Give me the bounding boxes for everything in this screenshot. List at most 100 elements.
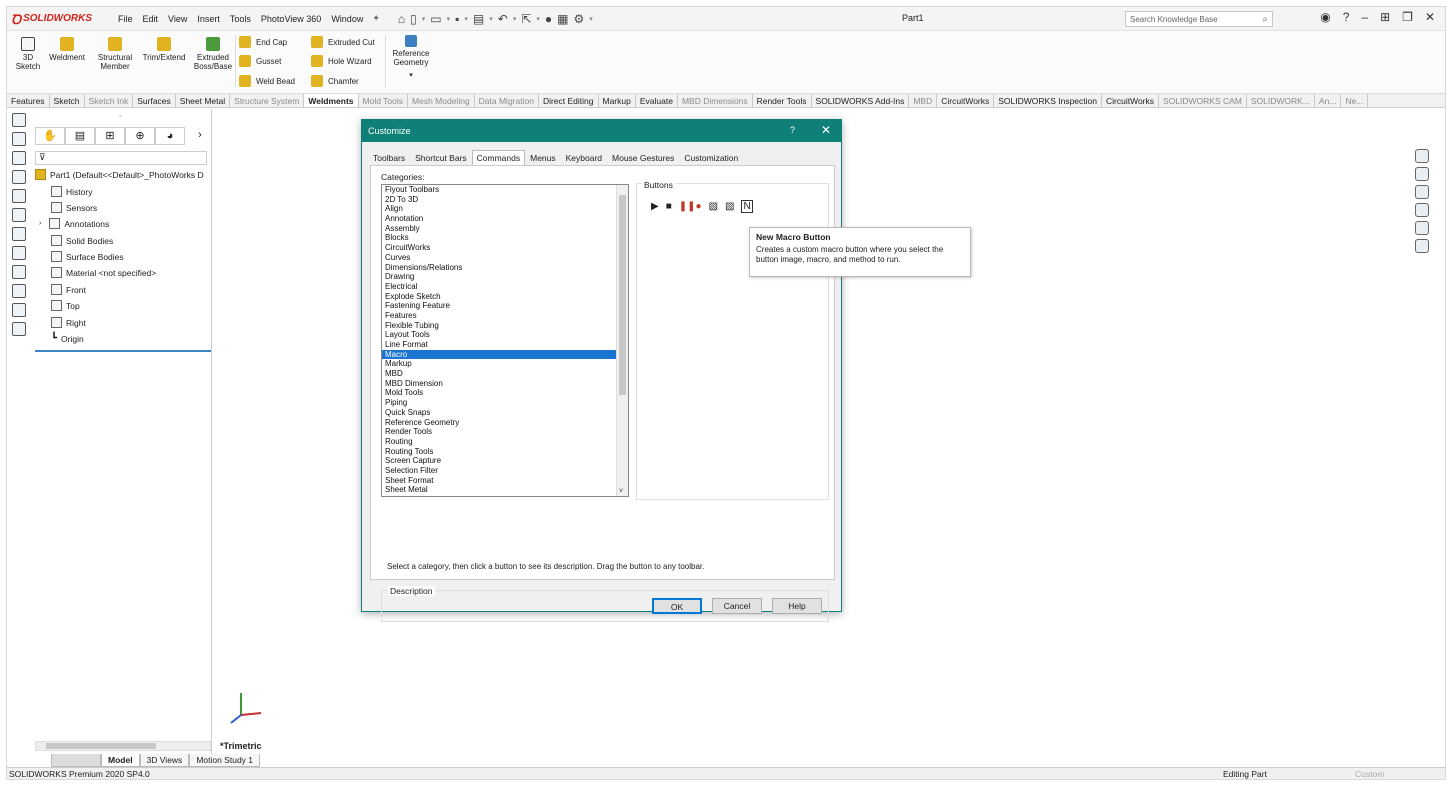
extruded-cut-button[interactable]: Extruded Cut bbox=[311, 36, 375, 48]
category-item[interactable]: Routing Tools bbox=[382, 447, 628, 457]
feature-manager-tab[interactable]: ✋ bbox=[35, 127, 65, 145]
tab-weldments[interactable]: Weldments bbox=[304, 94, 359, 107]
file-explorer-icon[interactable] bbox=[1415, 185, 1429, 199]
category-item[interactable]: Drawing bbox=[382, 272, 628, 282]
tab-motion-study[interactable]: Motion Study 1 bbox=[189, 754, 261, 767]
category-item[interactable]: Flyout Toolbars bbox=[382, 185, 628, 195]
edit-macro-icon[interactable]: ▨ bbox=[725, 201, 734, 212]
category-item[interactable]: Align bbox=[382, 204, 628, 214]
smart-dimension-icon[interactable] bbox=[12, 265, 26, 279]
forum-icon[interactable] bbox=[1415, 239, 1429, 253]
category-item[interactable]: Piping bbox=[382, 398, 628, 408]
run-macro-icon[interactable]: ▶ bbox=[651, 201, 659, 212]
file-properties-icon[interactable]: ▦ bbox=[557, 12, 568, 26]
tree-item-sensors[interactable]: Sensors bbox=[51, 202, 97, 213]
menu-photoview[interactable]: PhotoView 360 bbox=[256, 14, 326, 24]
dimxpert-tab[interactable]: ⊕ bbox=[125, 127, 155, 145]
chevron-right-icon[interactable]: › bbox=[185, 127, 215, 145]
close-icon[interactable]: ✕ bbox=[1425, 10, 1435, 24]
stop-macro-icon[interactable]: ■ bbox=[666, 201, 672, 212]
tree-filter[interactable]: ⊽ bbox=[35, 151, 207, 165]
tree-item-front-plane[interactable]: Front bbox=[51, 284, 86, 295]
chevron-down-icon[interactable]: ▾ bbox=[447, 15, 451, 23]
view-orientation-icon[interactable] bbox=[12, 227, 26, 241]
tree-item-top-plane[interactable]: Top bbox=[51, 300, 80, 311]
units-selector[interactable]: Custom bbox=[1355, 768, 1384, 779]
menu-insert[interactable]: Insert bbox=[192, 14, 225, 24]
tree-item-material[interactable]: Material <not specified> bbox=[51, 267, 156, 278]
tab-model[interactable]: Model bbox=[101, 754, 140, 767]
view-orientation-icon[interactable] bbox=[12, 208, 26, 222]
tab-markup[interactable]: Markup bbox=[599, 94, 636, 107]
rebuild-icon[interactable]: ● bbox=[545, 12, 552, 26]
chevron-down-icon[interactable]: ▾ bbox=[589, 15, 593, 23]
feature-manager-icon[interactable] bbox=[12, 113, 26, 127]
category-item[interactable]: Markup bbox=[382, 359, 628, 369]
category-item[interactable]: Dimensions/Relations bbox=[382, 263, 628, 273]
expand-icon[interactable]: › bbox=[39, 220, 41, 227]
view-orientation-icon[interactable] bbox=[12, 170, 26, 184]
horizontal-scrollbar[interactable] bbox=[35, 741, 211, 751]
help-icon[interactable]: ? bbox=[1343, 10, 1350, 24]
chevron-down-icon[interactable]: ▾ bbox=[389, 71, 433, 80]
category-item[interactable]: Flexible Tubing bbox=[382, 321, 628, 331]
home-icon[interactable]: ⌂ bbox=[398, 12, 405, 26]
splitter-handle[interactable]: ◦ bbox=[119, 113, 121, 120]
scrollbar-thumb[interactable] bbox=[46, 743, 156, 749]
category-item[interactable]: Curves bbox=[382, 253, 628, 263]
category-item[interactable]: 2D To 3D bbox=[382, 195, 628, 205]
tab-an[interactable]: An... bbox=[1315, 94, 1342, 107]
custom-properties-icon[interactable] bbox=[1415, 221, 1429, 235]
chamfer-button[interactable]: Chamfer bbox=[311, 75, 359, 87]
weld-bead-button[interactable]: Weld Bead bbox=[239, 75, 295, 87]
menu-file[interactable]: File bbox=[113, 14, 138, 24]
category-item[interactable]: Blocks bbox=[382, 233, 628, 243]
category-item[interactable]: MBD bbox=[382, 369, 628, 379]
pin-icon[interactable]: ✦ bbox=[372, 13, 380, 24]
tab-mbd-dimensions[interactable]: MBD Dimensions bbox=[678, 94, 753, 107]
minimize-icon[interactable]: – bbox=[1361, 10, 1368, 24]
tab-render-tools[interactable]: Render Tools bbox=[753, 94, 812, 107]
category-item[interactable]: Reference Geometry bbox=[382, 418, 628, 428]
tab-solidwork[interactable]: SOLIDWORK... bbox=[1247, 94, 1315, 107]
sketch-icon[interactable] bbox=[12, 246, 26, 260]
cancel-button[interactable]: Cancel bbox=[712, 598, 762, 614]
tab-evaluate[interactable]: Evaluate bbox=[636, 94, 678, 107]
chevron-down-icon[interactable]: ▾ bbox=[464, 15, 468, 23]
tree-root[interactable]: Part1 (Default<<Default>_PhotoWorks D bbox=[35, 169, 204, 180]
tree-item-right-plane[interactable]: Right bbox=[51, 317, 86, 328]
menu-window[interactable]: Window bbox=[326, 14, 368, 24]
save-icon[interactable]: ▪ bbox=[455, 12, 459, 26]
tab-circuitworks[interactable]: CircuitWorks bbox=[937, 94, 995, 107]
reference-geometry-button[interactable]: Reference Geometry ▾ bbox=[389, 35, 433, 80]
new-macro-button-icon[interactable]: N bbox=[741, 200, 753, 213]
dialog-tab-customization[interactable]: Customization bbox=[679, 150, 743, 166]
tab-circuitworks[interactable]: CircuitWorks bbox=[1102, 94, 1159, 107]
extruded-boss-button[interactable]: Extruded Boss/Base bbox=[193, 37, 233, 71]
rollback-bar[interactable] bbox=[35, 350, 211, 352]
tab-solidworks-add-ins[interactable]: SOLIDWORKS Add-Ins bbox=[812, 94, 910, 107]
user-icon[interactable]: ◉ bbox=[1320, 10, 1330, 24]
filter-icon[interactable]: ⊽ bbox=[39, 152, 46, 162]
category-item[interactable]: Routing bbox=[382, 437, 628, 447]
search-input[interactable]: Search Knowledge Base bbox=[1130, 15, 1218, 24]
tab-mesh-modeling[interactable]: Mesh Modeling bbox=[408, 94, 475, 107]
appearance-icon[interactable] bbox=[12, 303, 26, 317]
categories-scrollbar[interactable]: ˅ bbox=[616, 185, 628, 496]
category-item[interactable]: Electrical bbox=[382, 282, 628, 292]
display-manager-tab[interactable]: ◕ bbox=[155, 127, 185, 145]
record-pause-macro-icon[interactable]: ❚❚● bbox=[679, 201, 702, 212]
tab-sketch[interactable]: Sketch bbox=[50, 94, 85, 107]
menu-tools[interactable]: Tools bbox=[225, 14, 256, 24]
ok-button[interactable]: OK bbox=[652, 598, 702, 614]
dialog-tab-mouse-gestures[interactable]: Mouse Gestures bbox=[607, 150, 679, 166]
configuration-manager-tab[interactable]: ⊞ bbox=[95, 127, 125, 145]
tree-item-solid-bodies[interactable]: Solid Bodies bbox=[51, 235, 113, 246]
tab-solidworks-inspection[interactable]: SOLIDWORKS Inspection bbox=[994, 94, 1102, 107]
menu-view[interactable]: View bbox=[163, 14, 192, 24]
end-cap-button[interactable]: End Cap bbox=[239, 36, 287, 48]
category-item[interactable]: Screen Capture bbox=[382, 456, 628, 466]
help-button[interactable]: Help bbox=[772, 598, 822, 614]
tree-item-annotations[interactable]: › Annotations bbox=[39, 218, 109, 229]
category-item[interactable]: Fastening Feature bbox=[382, 301, 628, 311]
